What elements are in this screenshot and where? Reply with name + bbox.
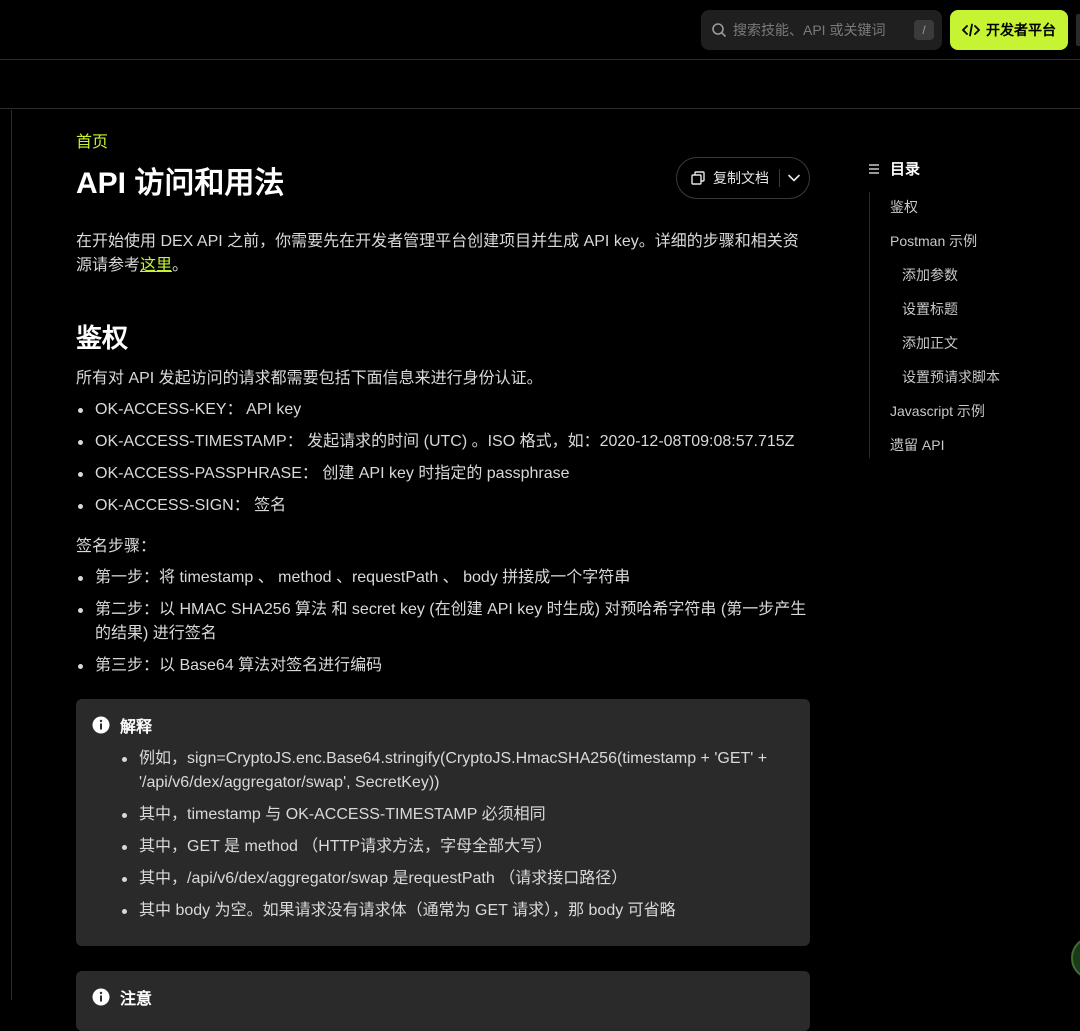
note-callout-title: 注意 <box>120 991 153 1008</box>
toc-item-add-body[interactable]: 添加正文 <box>890 332 1080 366</box>
code-icon <box>962 23 980 37</box>
sub-navigation-bar <box>0 61 1080 109</box>
toc-item-set-headers[interactable]: 设置标题 <box>890 298 1080 332</box>
toc-divider <box>869 192 870 458</box>
sidebar-divider <box>11 110 12 1000</box>
explain-callout-header: 解释 <box>92 713 152 737</box>
intro-link[interactable]: 这里 <box>140 257 172 274</box>
offscreen-button-edge[interactable] <box>1076 14 1080 46</box>
copy-icon <box>691 171 705 185</box>
explain-list: 例如，sign=CryptoJS.enc.Base64.stringify(Cr… <box>120 747 780 931</box>
section-heading-auth: 鉴权 <box>76 323 129 353</box>
list-item: 第一步：将 timestamp 、 method 、requestPath 、 … <box>76 566 810 590</box>
top-bar: / 开发者平台 <box>0 0 1080 60</box>
list-item: 其中 body 为空。如果请求没有请求体（通常为 GET 请求），那 body … <box>120 899 780 923</box>
explain-callout-title: 解释 <box>120 719 153 736</box>
note-callout: 注意 <box>76 971 810 1031</box>
list-item: OK-ACCESS-TIMESTAMP： 发起请求的时间 (UTC) 。ISO … <box>76 430 810 454</box>
developer-platform-button[interactable]: 开发者平台 <box>950 10 1068 50</box>
copy-doc-label: 复制文档 <box>713 170 769 186</box>
intro-paragraph: 在开始使用 DEX API 之前，你需要先在开发者管理平台创建项目并生成 API… <box>76 233 799 274</box>
table-of-contents: 目录 鉴权 Postman 示例 添加参数 设置标题 添加正文 设置预请求脚本 … <box>868 158 1080 458</box>
toc-item-legacy-api[interactable]: 遗留 API <box>890 434 1080 468</box>
sign-steps-list: 第一步：将 timestamp 、 method 、requestPath 、 … <box>76 566 810 686</box>
list-item: 其中，/api/v6/dex/aggregator/swap 是requestP… <box>120 867 780 891</box>
developer-platform-label: 开发者平台 <box>986 22 1056 38</box>
list-icon <box>869 163 879 174</box>
search-input[interactable] <box>733 22 903 38</box>
breadcrumb-home[interactable]: 首页 <box>76 128 108 152</box>
auth-description: 所有对 API 发起访问的请求都需要包括下面信息来进行身份认证。 <box>76 370 543 387</box>
info-icon <box>92 988 110 1006</box>
floating-help-button[interactable] <box>1071 936 1080 980</box>
search-shortcut-badge: / <box>914 20 934 40</box>
toc-items: 鉴权 Postman 示例 添加参数 设置标题 添加正文 设置预请求脚本 Jav… <box>890 196 1080 468</box>
toc-header: 目录 <box>868 158 1080 179</box>
chevron-down-icon[interactable] <box>788 174 800 182</box>
toc-item-javascript[interactable]: Javascript 示例 <box>890 400 1080 434</box>
toc-item-auth[interactable]: 鉴权 <box>890 196 1080 230</box>
search-box[interactable]: / <box>701 10 942 50</box>
search-icon <box>712 23 726 37</box>
button-separator <box>779 169 780 187</box>
list-item: 其中，GET 是 method （HTTP请求方法，字母全部大写） <box>120 835 780 859</box>
copy-doc-button[interactable]: 复制文档 <box>676 157 810 199</box>
list-item: 第二步：以 HMAC SHA256 算法 和 secret key (在创建 A… <box>76 598 810 646</box>
list-item: OK-ACCESS-SIGN： 签名 <box>76 494 810 518</box>
list-item: OK-ACCESS-PASSPHRASE： 创建 API key 时指定的 pa… <box>76 462 810 486</box>
sign-steps-label: 签名步骤： <box>76 538 157 555</box>
page-title: API 访问和用法 <box>76 167 285 200</box>
toc-item-prerequest-script[interactable]: 设置预请求脚本 <box>890 366 1080 400</box>
toc-item-postman[interactable]: Postman 示例 <box>890 230 1080 264</box>
auth-header-list: OK-ACCESS-KEY： API key OK-ACCESS-TIMESTA… <box>76 398 810 526</box>
toc-title: 目录 <box>890 161 921 178</box>
list-item: OK-ACCESS-KEY： API key <box>76 398 810 422</box>
list-item: 其中，timestamp 与 OK-ACCESS-TIMESTAMP 必须相同 <box>120 803 780 827</box>
note-callout-header: 注意 <box>92 985 152 1009</box>
list-item: 例如，sign=CryptoJS.enc.Base64.stringify(Cr… <box>120 747 780 795</box>
explain-callout: 解释 例如，sign=CryptoJS.enc.Base64.stringify… <box>76 699 810 946</box>
toc-item-add-params[interactable]: 添加参数 <box>890 264 1080 298</box>
list-item: 第三步：以 Base64 算法对签名进行编码 <box>76 654 810 678</box>
info-icon <box>92 716 110 734</box>
